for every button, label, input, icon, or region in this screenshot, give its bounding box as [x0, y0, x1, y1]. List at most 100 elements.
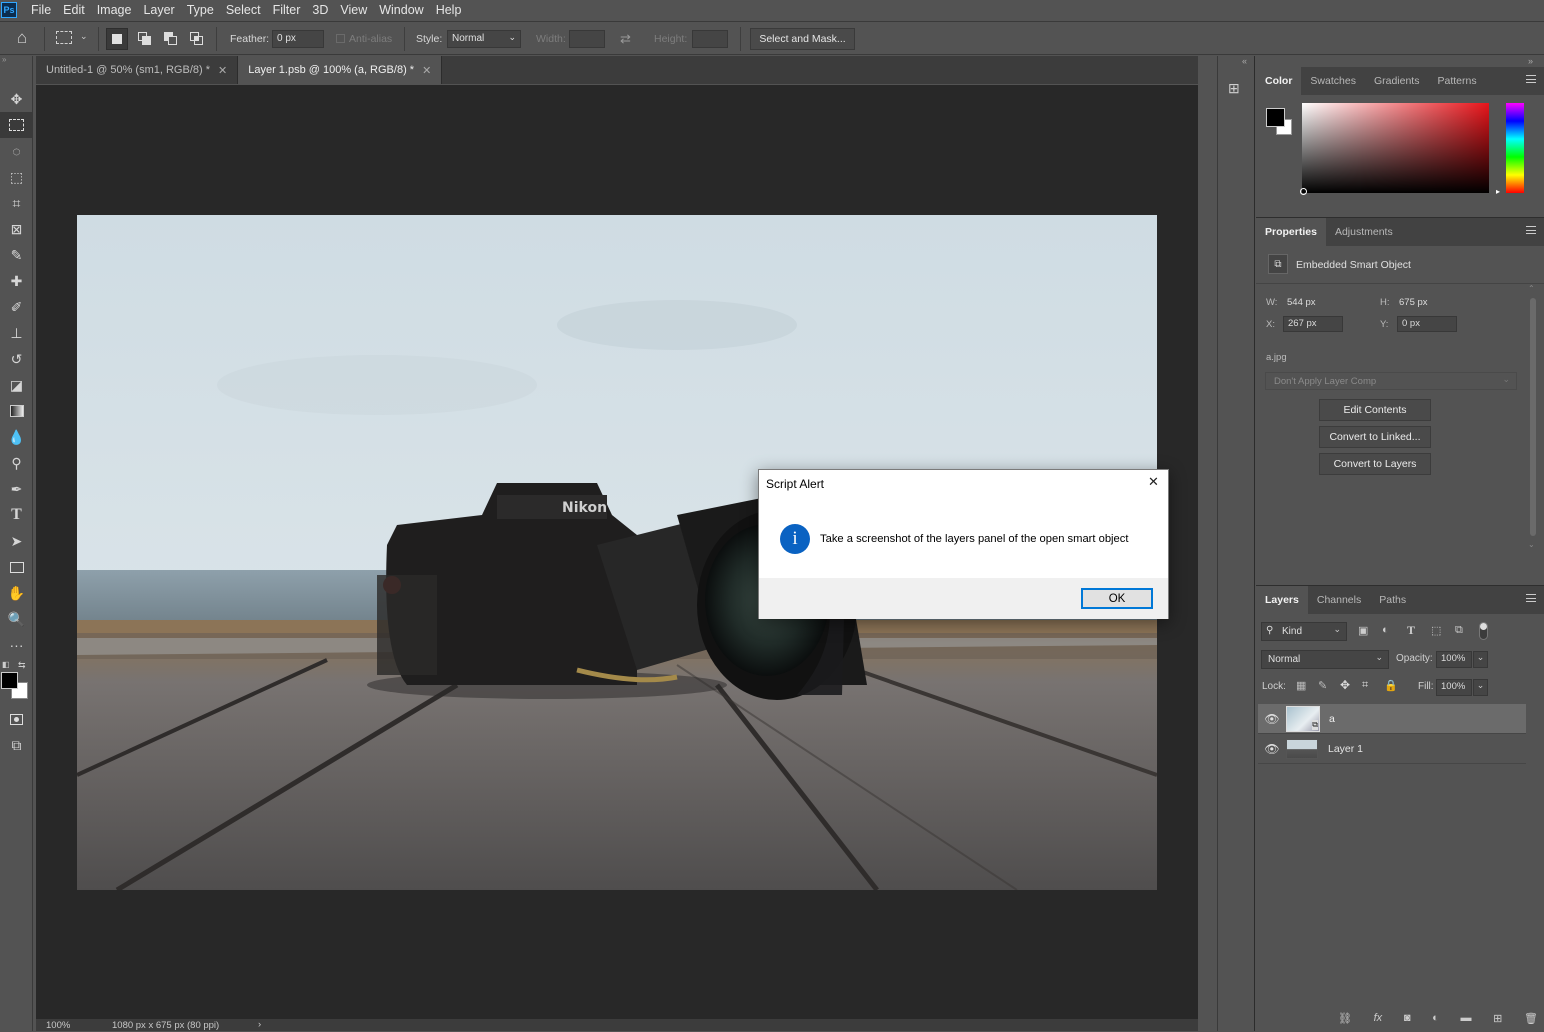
swap-colors-icon[interactable]: ⇆ [18, 660, 26, 671]
scroll-up-icon[interactable]: ⌃ [1528, 284, 1535, 293]
hue-slider-handle[interactable]: ▸ [1496, 187, 1500, 196]
hue-slider[interactable] [1506, 103, 1524, 193]
eye-icon[interactable]: 👁 [1258, 712, 1286, 726]
hand-tool-icon[interactable]: ✋ [0, 580, 33, 606]
layer-row[interactable]: 👁 ⧉ a [1258, 704, 1526, 734]
history-brush-tool-icon[interactable]: ↺ [0, 346, 33, 372]
menu-type[interactable]: Type [181, 0, 220, 20]
type-tool-icon[interactable]: T [0, 502, 33, 528]
close-icon[interactable]: ✕ [1148, 474, 1159, 490]
brush-tool-icon[interactable]: ✐ [0, 294, 33, 320]
width-input[interactable] [569, 30, 605, 48]
tab-gradients[interactable]: Gradients [1365, 67, 1429, 95]
filter-pixel-icon[interactable]: ▣ [1358, 624, 1368, 637]
add-selection-icon[interactable] [134, 28, 156, 50]
filter-shape-icon[interactable]: ⬚ [1431, 624, 1441, 637]
filter-adjustment-icon[interactable]: ◐ [1382, 624, 1389, 636]
home-icon[interactable]: ⌂ [12, 28, 32, 48]
select-and-mask-button[interactable]: Select and Mask... [750, 28, 855, 50]
zoom-level[interactable]: 100% [46, 1020, 70, 1031]
tab-adjustments[interactable]: Adjustments [1326, 218, 1402, 246]
menu-edit[interactable]: Edit [57, 0, 91, 20]
marquee-preset-icon[interactable] [56, 31, 72, 44]
new-layer-icon[interactable]: ⊞ [1493, 1012, 1502, 1030]
tab-layer-1-psb[interactable]: Layer 1.psb @ 100% (a, RGB/8) * ✕ [238, 56, 443, 84]
fill-input[interactable]: 100% [1436, 679, 1472, 696]
tab-properties[interactable]: Properties [1256, 218, 1326, 246]
tab-paths[interactable]: Paths [1370, 586, 1415, 614]
color-picker-field[interactable] [1302, 103, 1489, 193]
blur-tool-icon[interactable]: 💧 [0, 424, 33, 450]
tab-color[interactable]: Color [1256, 67, 1302, 95]
height-input[interactable] [692, 30, 728, 48]
ok-button[interactable]: OK [1081, 588, 1153, 609]
x-position-input[interactable]: 267 px [1283, 316, 1343, 332]
menu-select[interactable]: Select [220, 0, 267, 20]
link-layers-icon[interactable]: ⛓ [1338, 1012, 1352, 1030]
object-selection-tool-icon[interactable]: ⬚ [0, 164, 33, 190]
menu-layer[interactable]: Layer [137, 0, 180, 20]
chevron-right-icon[interactable]: › [258, 1019, 261, 1030]
tab-untitled-1[interactable]: Untitled-1 @ 50% (sm1, RGB/8) * ✕ [36, 56, 239, 84]
subtract-selection-icon[interactable] [160, 28, 182, 50]
swap-icon[interactable]: ⇄ [620, 31, 631, 47]
screen-mode-icon[interactable]: ⧉ [0, 732, 33, 758]
path-selection-tool-icon[interactable]: ➤ [0, 528, 33, 554]
filter-smart-object-icon[interactable]: ⧉ [1455, 624, 1463, 637]
tab-channels[interactable]: Channels [1308, 586, 1370, 614]
add-mask-icon[interactable]: ◙ [1404, 1012, 1411, 1030]
lock-position-icon[interactable]: ✥ [1340, 678, 1350, 692]
new-group-icon[interactable]: ▬ [1460, 1012, 1471, 1030]
dodge-tool-icon[interactable]: ⚲ [0, 450, 33, 476]
tab-swatches[interactable]: Swatches [1301, 67, 1365, 95]
default-colors-icon[interactable]: ◧ [2, 660, 10, 669]
foreground-color-swatch[interactable] [1, 672, 18, 689]
eyedropper-tool-icon[interactable]: ✎ [0, 242, 33, 268]
more-tools-icon[interactable]: ··· [0, 632, 33, 658]
menu-3d[interactable]: 3D [306, 0, 334, 20]
foreground-color-swatch[interactable] [1266, 108, 1285, 127]
lasso-tool-icon[interactable]: ◌ [0, 138, 33, 164]
layer-comp-select[interactable]: Don't Apply Layer Comp ⌄ [1265, 372, 1517, 390]
rectangular-marquee-tool-icon[interactable] [0, 112, 33, 138]
color-picker-cursor[interactable] [1300, 188, 1307, 195]
opacity-input[interactable]: 100% [1436, 651, 1472, 668]
menu-filter[interactable]: Filter [267, 0, 307, 20]
close-icon[interactable]: ✕ [218, 64, 227, 77]
collapse-panels-icon[interactable]: « [1242, 56, 1247, 66]
menu-window[interactable]: Window [373, 0, 429, 20]
lock-image-icon[interactable]: ✎ [1318, 679, 1327, 692]
lock-transparent-icon[interactable]: ▦ [1296, 679, 1306, 692]
chevron-down-icon[interactable]: ⌄ [80, 31, 88, 42]
frame-tool-icon[interactable]: ⊠ [0, 216, 33, 242]
menu-view[interactable]: View [334, 0, 373, 20]
layer-row[interactable]: 👁 Layer 1 [1258, 734, 1526, 764]
clone-stamp-tool-icon[interactable]: ⊥ [0, 320, 33, 346]
collapse-panels-icon[interactable]: » [1528, 56, 1533, 66]
feather-input[interactable]: 0 px [272, 30, 324, 48]
convert-to-linked-button[interactable]: Convert to Linked... [1319, 426, 1431, 448]
photoshop-logo[interactable]: Ps [1, 2, 17, 18]
eye-icon[interactable]: 👁 [1258, 742, 1286, 756]
intersect-selection-icon[interactable] [186, 28, 208, 50]
crop-tool-icon[interactable]: ⌗ [0, 190, 33, 216]
healing-brush-tool-icon[interactable]: ✚ [0, 268, 33, 294]
quick-mask-icon[interactable] [0, 706, 33, 732]
scrollbar-thumb[interactable] [1530, 298, 1536, 536]
pen-tool-icon[interactable]: ✒ [0, 476, 33, 502]
lock-all-icon[interactable]: 🔒 [1384, 679, 1398, 692]
style-select[interactable]: Normal ⌄ [447, 30, 521, 48]
edit-contents-button[interactable]: Edit Contents [1319, 399, 1431, 421]
blend-mode-select[interactable]: Normal ⌄ [1261, 650, 1389, 669]
menu-image[interactable]: Image [91, 0, 138, 20]
panel-menu-icon[interactable] [1526, 75, 1536, 83]
move-tool-icon[interactable]: ✥ [0, 86, 33, 112]
fx-icon[interactable]: fx [1374, 1012, 1383, 1030]
new-selection-icon[interactable] [106, 28, 128, 50]
rectangle-tool-icon[interactable] [0, 554, 33, 580]
collapse-icon[interactable]: » [0, 56, 32, 65]
eraser-tool-icon[interactable]: ◪ [0, 372, 33, 398]
tab-patterns[interactable]: Patterns [1428, 67, 1485, 95]
layer-filter-select[interactable]: ⚲ Kind ⌄ [1261, 622, 1347, 641]
fill-dropdown-icon[interactable]: ⌄ [1473, 679, 1488, 696]
